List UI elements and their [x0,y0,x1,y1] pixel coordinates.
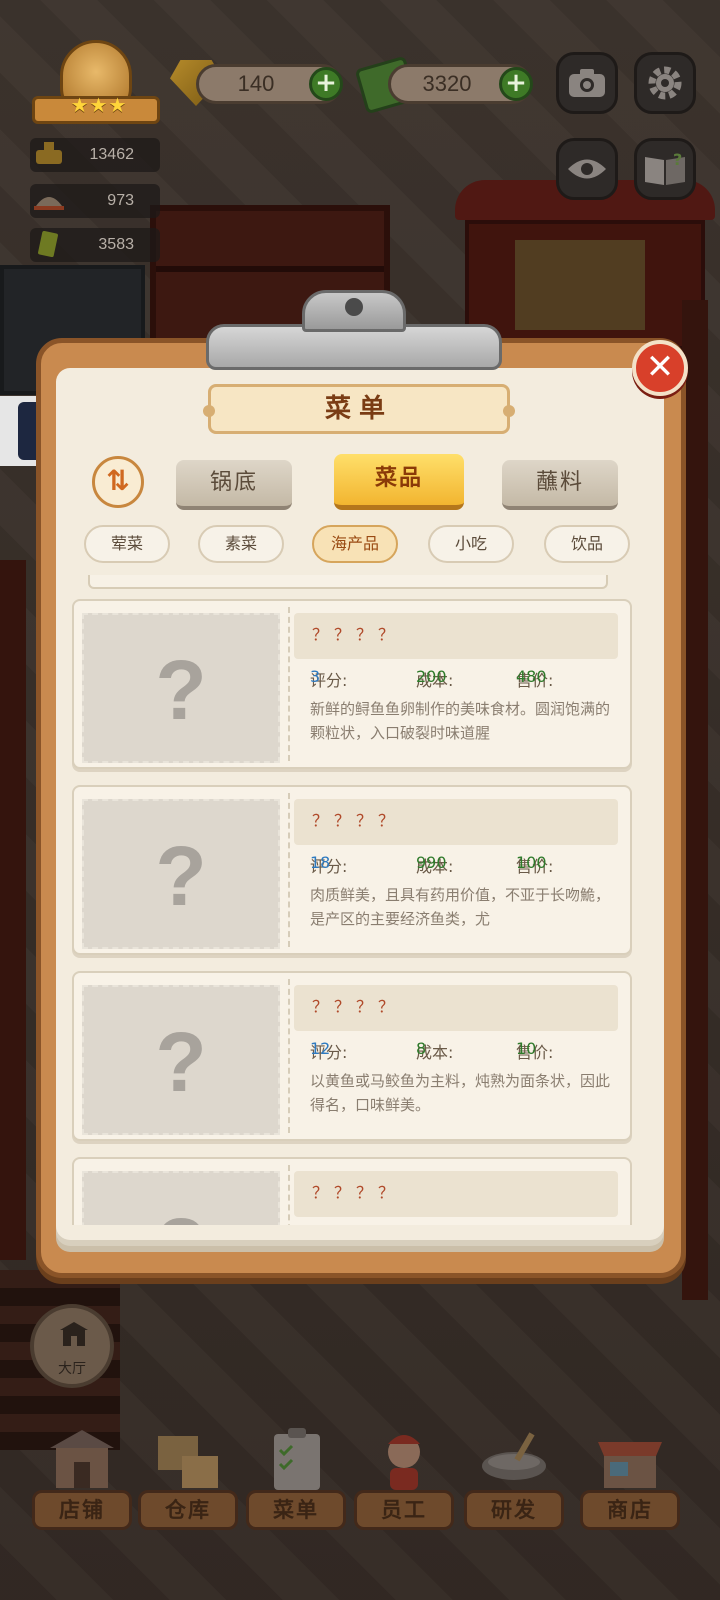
tab-dishes[interactable]: 菜品 [334,454,464,510]
book-question-icon: ? [645,151,685,185]
clipboard-clip [206,290,502,372]
category-snacks[interactable]: 小吃 [428,525,514,563]
dish-description: 肉质鲜美，且具有药用价值，不亚于长吻鮠，是产区的主要经济鱼类，尤 [310,886,611,928]
dish-cost: 200 [416,667,447,686]
question-mark-icon: ? [155,1015,207,1109]
dish-description: 以黄鱼或马鲛鱼为主料，炖熟为面条状，因此得名，口味鲜美。 [310,1072,611,1114]
tab-soup-base[interactable]: 锅底 [176,460,292,510]
question-mark-icon: ? [84,1203,278,1225]
sort-button[interactable]: ⇅ [92,456,144,508]
dish-card[interactable]: ? ？？？？ 评分: 18 成本: 990 售价: 100 肉质鲜美，且具有药用价值，… [72,785,632,955]
dish-price: 480 [516,667,547,686]
tab-dipping-sauce[interactable]: 蘸料 [502,460,618,510]
dish-stats: 评分: 3 成本: 200 售价: 480 [310,667,554,690]
question-mark-icon: ? [155,643,207,737]
cash-counter: 3320 + [388,64,533,104]
view-toggle-button[interactable] [556,138,618,200]
dish-name: ？？？？ [294,985,618,1031]
dish-name: ？？？？ [294,799,618,845]
eye-icon [568,159,606,179]
shop-stall-icon [598,1442,662,1488]
dish-stats: 评分: 18 成本: 990 售价: 100 [310,853,554,876]
menu-title: 菜单 [203,384,515,434]
dish-stat: 973 [30,184,160,218]
hall-building-icon [60,1322,88,1346]
staff-chef-icon [388,1435,420,1490]
cooking-pot-icon [482,1432,546,1480]
dish-card[interactable]: ? ？？？？ 评分: 3 成本: 200 售价: 480 新鲜的鲟鱼鱼卵制作的美味食材… [72,599,632,769]
svg-text:?: ? [673,151,682,169]
dish-image-placeholder: ? [82,799,280,949]
dish-image-placeholder: ? [82,985,280,1135]
category-vegetable[interactable]: 素菜 [198,525,284,563]
dish-score: 3 [310,667,321,686]
dish-card[interactable]: ? ？？？？ [72,1157,632,1225]
nav-research[interactable]: 研发 [464,1420,564,1544]
dish-card[interactable]: ? ？？？？ 评分: 12 成本: 8 售价: 10 以黄鱼或马鲛鱼为主料，炖熟为面条… [72,971,632,1141]
nav-warehouse[interactable]: 仓库 [138,1420,238,1544]
dish-cover-icon [34,197,64,210]
rank-stars: ★★★ [70,93,128,117]
boxes-icon [158,1436,218,1488]
guide-book-button[interactable]: ? [634,138,696,200]
dish-image-placeholder: ? [82,1171,280,1225]
gem-counter: 140 + [196,64,343,104]
nav-store[interactable]: 商店 [580,1420,680,1544]
coupon-icon [38,230,58,258]
dish-description: 新鲜的鲟鱼鱼卵制作的美味食材。圆润饱满的颗粒状，入口破裂时味道腥 [310,700,611,742]
settings-button[interactable] [634,52,696,114]
dish-price: 10 [516,1039,537,1058]
dish-cost: 8 [416,1039,427,1058]
dish-score: 12 [310,1039,331,1058]
dish-cost: 990 [416,853,447,872]
clipboard-checklist-icon [274,1428,320,1490]
camera-icon [569,69,605,97]
category-seafood[interactable]: 海产品 [312,525,398,563]
hall-button[interactable]: 大厅 [30,1304,114,1388]
add-gems-button[interactable]: + [309,67,343,101]
category-meat[interactable]: 荤菜 [84,525,170,563]
dish-stats: 评分: 12 成本: 8 售价: 10 [310,1039,554,1062]
dish-image-placeholder: ? [82,613,280,763]
nav-staff[interactable]: 员工 [354,1420,454,1544]
hotpot-icon [36,142,62,164]
dish-price: 100 [516,853,547,872]
dish-name: ？？？？ [294,613,618,659]
restaurant-rank-badge[interactable]: ★★★ [32,40,160,128]
camera-button[interactable] [556,52,618,114]
nav-shop-front[interactable]: 店铺 [32,1420,132,1544]
hotpot-stat: 13462 [30,138,160,172]
coupon-stat: 3583 [30,228,160,262]
question-mark-icon: ? [155,829,207,923]
gear-icon [648,66,682,100]
nav-menu[interactable]: 菜单 [246,1420,346,1544]
category-drinks[interactable]: 饮品 [544,525,630,563]
dish-name: ？？？？ [294,1171,618,1217]
dish-list[interactable]: ? ？？？？ 评分: 3 成本: 200 售价: 480 新鲜的鲟鱼鱼卵制作的美味食材… [68,575,640,1225]
storefront-icon [50,1430,114,1488]
dish-score: 18 [310,853,331,872]
close-menu-button[interactable]: ✕ [632,340,688,396]
add-cash-button[interactable]: + [499,67,533,101]
